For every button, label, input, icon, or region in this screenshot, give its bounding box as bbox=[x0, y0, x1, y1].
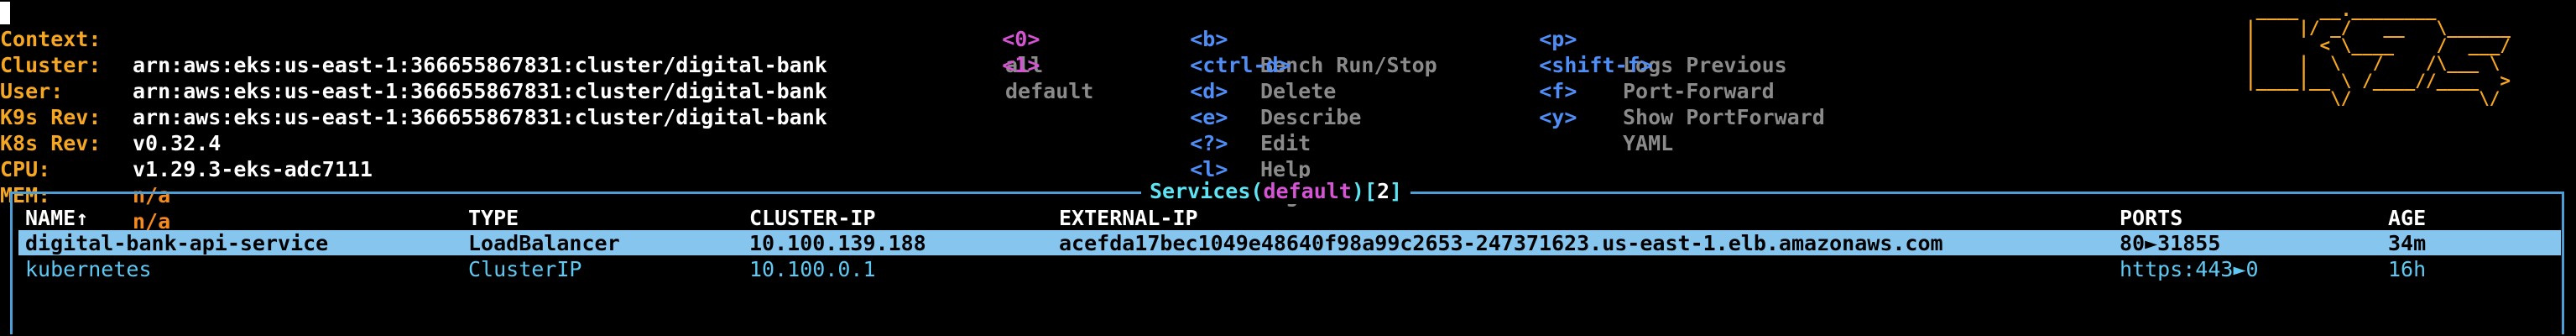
shortcut-item[interactable]: <y> YAML bbox=[1489, 78, 1673, 182]
namespace-key: <1> bbox=[1002, 53, 1040, 77]
cell-type: ClusterIP bbox=[468, 257, 582, 281]
cell-type: LoadBalancer bbox=[468, 231, 620, 255]
namespace-shortcut[interactable]: <1> default bbox=[952, 26, 1093, 130]
cell-ports: https:443►0 bbox=[2120, 257, 2259, 281]
shortcut-label: YAML bbox=[1623, 131, 1674, 155]
k8s-rev-row: K8s Rev: v1.29.3-eks-adc7111 bbox=[0, 104, 373, 181]
cell-age: 34m bbox=[2388, 231, 2427, 255]
title-count: 2 bbox=[1376, 179, 1390, 203]
shortcut-key: <y> bbox=[1539, 105, 1577, 129]
cell-cluster-ip: 10.100.139.188 bbox=[749, 231, 926, 255]
cell-external-ip: acefda17bec1049e48640f98a99c2653-2473716… bbox=[1059, 231, 1943, 255]
namespace-label: default bbox=[1005, 79, 1094, 103]
k9s-rev-row: K9s Rev: v0.32.4 bbox=[0, 78, 221, 155]
cell-ports: 80►31855 bbox=[2120, 231, 2221, 255]
column-header-name[interactable]: NAME↑ bbox=[25, 205, 88, 231]
column-header-type[interactable]: TYPE bbox=[468, 205, 519, 231]
cell-age: 16h bbox=[2388, 257, 2427, 281]
shortcut-label: Edit bbox=[1260, 131, 1311, 155]
k9s-logo: ____ __.________ | |/ _/ __ \______ | < … bbox=[2245, 0, 2511, 108]
title-namespace: default bbox=[1263, 179, 1352, 203]
user-value: arn:aws:eks:us-east-1:366655867831:clust… bbox=[133, 105, 827, 129]
cell-cluster-ip: 10.100.0.1 bbox=[749, 257, 876, 281]
cell-name: digital-bank-api-service bbox=[25, 231, 329, 255]
k8s-rev-value: v1.29.3-eks-adc7111 bbox=[133, 157, 373, 181]
shortcut-label: Describe bbox=[1260, 105, 1362, 129]
cluster-row: Cluster: arn:aws:eks:us-east-1:366655867… bbox=[0, 26, 827, 103]
shortcut-label: Port-Forward bbox=[1623, 79, 1775, 103]
column-header-cluster-ip[interactable]: CLUSTER-IP bbox=[749, 205, 876, 231]
title-paren-close: )[ bbox=[1351, 179, 1377, 203]
title-bracket-close: ] bbox=[1390, 179, 1403, 203]
table-row[interactable]: kubernetes ClusterIP 10.100.0.1 https:44… bbox=[18, 256, 2561, 281]
table-row[interactable]: digital-bank-api-service LoadBalancer 10… bbox=[18, 230, 2561, 255]
shortcut-label: Delete bbox=[1260, 79, 1337, 103]
column-header-external-ip[interactable]: EXTERNAL-IP bbox=[1059, 205, 1198, 231]
title-paren-open: ( bbox=[1250, 179, 1264, 203]
cluster-value: arn:aws:eks:us-east-1:366655867831:clust… bbox=[133, 79, 827, 103]
k9s-rev-value: v0.32.4 bbox=[133, 131, 222, 155]
title-resource: Services bbox=[1150, 179, 1251, 203]
context-value: arn:aws:eks:us-east-1:366655867831:clust… bbox=[133, 53, 827, 77]
cell-name: kubernetes bbox=[25, 257, 152, 281]
services-table-title: Services(default)[2] bbox=[1141, 178, 1411, 204]
column-header-age[interactable]: AGE bbox=[2388, 205, 2426, 231]
mem-row: MEM: n/a bbox=[0, 156, 170, 234]
context-row: Context: arn:aws:eks:us-east-1:366655867… bbox=[0, 0, 827, 77]
shortcut-label: Show PortForward bbox=[1623, 105, 1825, 129]
user-row: User: arn:aws:eks:us-east-1:366655867831… bbox=[0, 52, 827, 129]
cpu-row: CPU: n/a bbox=[0, 130, 170, 207]
column-header-ports[interactable]: PORTS bbox=[2120, 205, 2182, 231]
